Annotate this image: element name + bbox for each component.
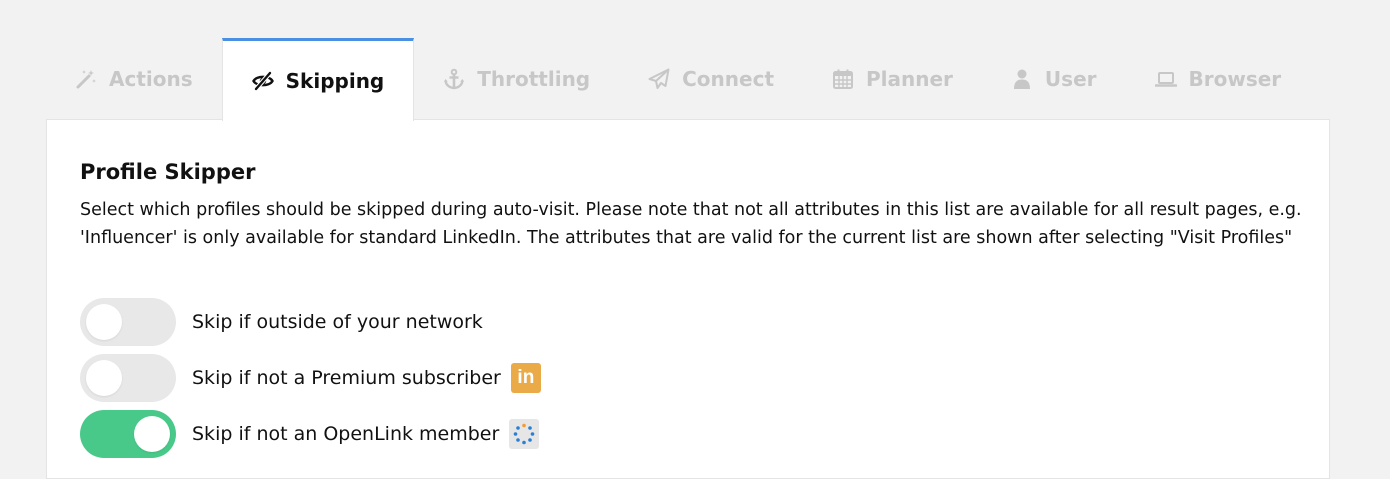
tab-label: Throttling [477, 67, 591, 91]
tab-label: Connect [682, 67, 774, 91]
tab-label: Planner [866, 67, 953, 91]
tab-label: User [1044, 67, 1097, 91]
outside-network-toggle[interactable] [80, 298, 176, 346]
section-title: Profile Skipper [80, 160, 256, 184]
option-label: Skip if outside of your network [192, 311, 483, 333]
openlink-icon [509, 419, 540, 449]
openlink-member-toggle[interactable] [80, 410, 176, 458]
toggle-knob [134, 416, 170, 452]
tab-skipping[interactable]: Skipping [221, 38, 415, 121]
option-openlink-member: Skip if not an OpenLink member [80, 410, 540, 458]
tab-user[interactable]: User [982, 38, 1126, 120]
calendar-icon [832, 68, 854, 90]
tab-connect[interactable]: Connect [619, 38, 803, 120]
toggle-knob [86, 304, 122, 340]
option-premium-subscriber: Skip if not a Premium subscriber in [80, 354, 541, 402]
skipping-panel: Profile Skipper Select which profiles sh… [46, 119, 1330, 479]
section-description: Select which profiles should be skipped … [80, 200, 1302, 248]
user-icon [1011, 68, 1033, 90]
premium-subscriber-toggle[interactable] [80, 354, 176, 402]
tab-planner[interactable]: Planner [803, 38, 982, 120]
anchor-icon [443, 68, 465, 90]
eye-slash-icon [251, 70, 274, 92]
tab-label: Actions [109, 67, 193, 91]
magic-wand-icon [75, 68, 97, 90]
tab-actions[interactable]: Actions [46, 38, 222, 120]
laptop-icon [1154, 68, 1177, 90]
paper-plane-icon [648, 68, 670, 90]
tab-throttling[interactable]: Throttling [414, 38, 619, 120]
settings-tabs: Actions Skipping Throttling Connect Plan… [46, 38, 1311, 121]
tab-label: Skipping [285, 69, 385, 93]
linkedin-icon: in [510, 363, 541, 393]
tab-label: Browser [1188, 67, 1282, 91]
toggle-knob [86, 360, 122, 396]
option-outside-network: Skip if outside of your network [80, 298, 483, 346]
tab-browser[interactable]: Browser [1126, 38, 1311, 120]
option-label: Skip if not an OpenLink member [192, 423, 500, 445]
option-label: Skip if not a Premium subscriber [192, 367, 501, 389]
